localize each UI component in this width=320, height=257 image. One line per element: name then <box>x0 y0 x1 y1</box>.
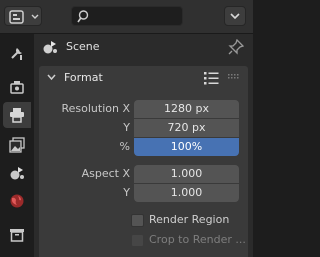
crop-to-render-checkbox <box>131 234 144 247</box>
chevron-down-icon <box>230 13 240 20</box>
format-panel-header[interactable]: Format <box>39 66 248 90</box>
properties-tabs <box>0 34 34 257</box>
resolution-y-row: Y 720 px <box>39 119 248 137</box>
aspect-x-row: Aspect X 1.000 <box>39 165 248 183</box>
chevron-down-icon <box>47 74 56 81</box>
render-icon <box>10 81 24 94</box>
aspect-y-field[interactable]: 1.000 <box>134 184 239 202</box>
panel-title: Format <box>64 71 103 84</box>
tab-scene[interactable] <box>3 160 31 186</box>
resolution-percent-row: % 100% <box>39 138 248 156</box>
aspect-y-label: Y <box>123 186 130 199</box>
resolution-x-field[interactable]: 1280 px <box>134 100 239 118</box>
render-region-label: Render Region <box>149 213 230 226</box>
aspect-x-field[interactable]: 1.000 <box>134 165 239 183</box>
world-icon <box>10 194 24 208</box>
tool-icon <box>11 48 22 60</box>
resolution-y-label: Y <box>123 121 130 134</box>
crop-to-render-label: Crop to Render ... <box>149 233 246 246</box>
pin-icon[interactable] <box>228 39 244 55</box>
collection-icon <box>10 229 24 242</box>
properties-main: Scene Format Resolution X 1280 px Y 720 … <box>34 34 253 257</box>
properties-editor-icon <box>9 10 24 24</box>
presets-list-icon[interactable] <box>204 72 220 85</box>
tab-tool[interactable] <box>3 40 31 66</box>
search-icon <box>77 10 89 23</box>
resolution-percent-label: % <box>119 140 130 153</box>
drag-handle-icon[interactable] <box>228 74 240 80</box>
context-breadcrumb: Scene <box>34 34 253 60</box>
resolution-y-field[interactable]: 720 px <box>134 119 239 137</box>
search-input[interactable] <box>71 6 183 26</box>
resolution-x-row: Resolution X 1280 px <box>39 100 248 118</box>
scene-icon <box>10 167 24 180</box>
view-layer-icon <box>9 137 25 153</box>
tab-world[interactable] <box>3 188 31 214</box>
tab-view-layer[interactable] <box>3 132 31 158</box>
format-panel-body: Resolution X 1280 px Y 720 px % 100% Asp… <box>39 90 248 257</box>
crop-to-render-row: Crop to Render ... <box>39 231 248 249</box>
resolution-x-label: Resolution X <box>61 102 130 115</box>
aspect-y-row: Y 1.000 <box>39 184 248 202</box>
tab-collection[interactable] <box>3 222 31 248</box>
scene-icon <box>43 41 57 54</box>
render-region-checkbox[interactable] <box>131 214 144 227</box>
filter-dropdown-button[interactable] <box>224 6 246 26</box>
aspect-x-label: Aspect X <box>81 167 130 180</box>
chevron-down-icon <box>31 14 39 19</box>
render-region-row[interactable]: Render Region <box>39 211 248 229</box>
tab-render[interactable] <box>3 74 31 100</box>
editor-type-button[interactable] <box>4 6 42 26</box>
resolution-percent-slider[interactable]: 100% <box>134 138 239 156</box>
context-label: Scene <box>66 40 100 53</box>
output-icon <box>10 108 24 123</box>
properties-header <box>0 0 253 34</box>
tab-output[interactable] <box>3 102 31 128</box>
